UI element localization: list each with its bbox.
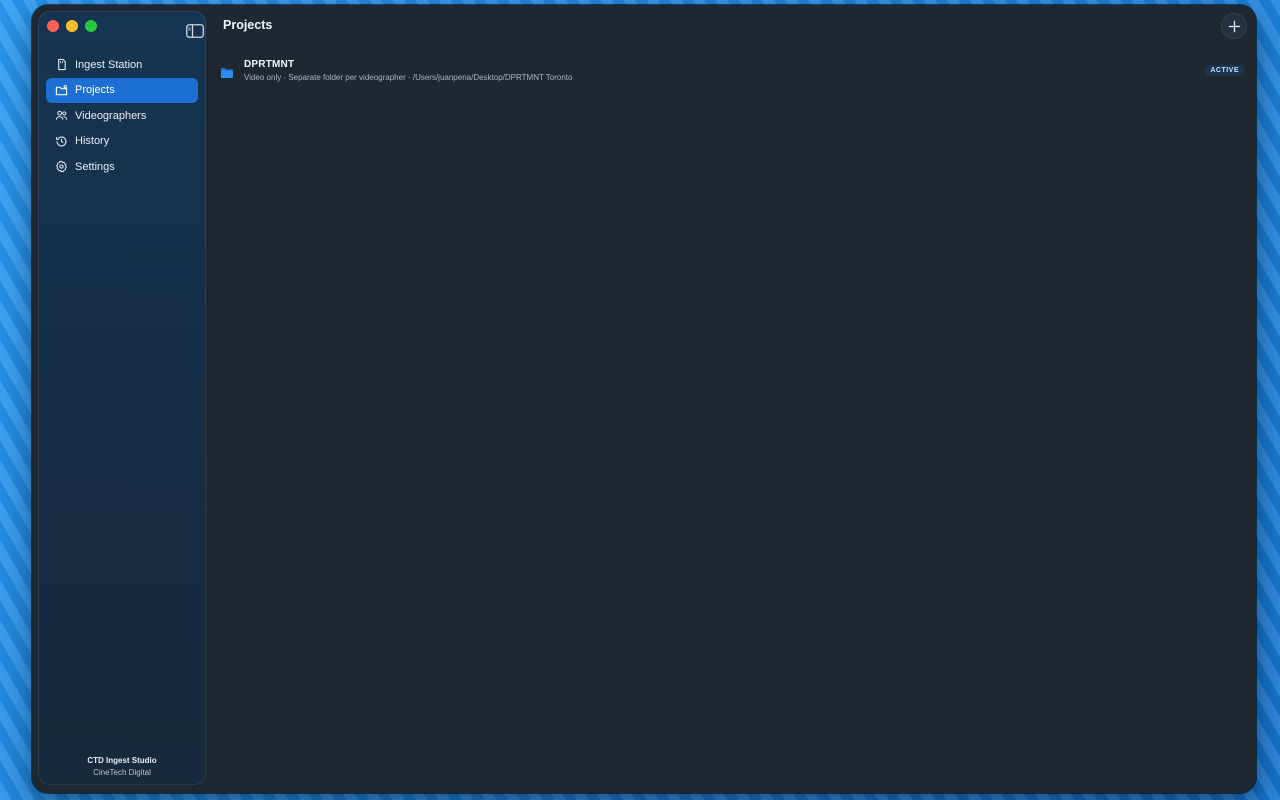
sidebar-item-history[interactable]: History	[46, 129, 198, 154]
sidebar-item-label: Settings	[75, 160, 115, 173]
sidebar-item-ingest-station[interactable]: Ingest Station	[46, 52, 198, 77]
company-name: CineTech Digital	[93, 768, 151, 777]
app-window: Ingest Station Projects Videographers Hi…	[32, 5, 1256, 793]
app-name: CTD Ingest Studio	[87, 756, 157, 765]
sidebar-item-label: Videographers	[75, 109, 147, 122]
close-window-button[interactable]	[47, 20, 59, 32]
sidebar-item-videographers[interactable]: Videographers	[46, 103, 198, 128]
gear-icon	[54, 160, 68, 174]
zoom-window-button[interactable]	[85, 20, 97, 32]
sidebar: Ingest Station Projects Videographers Hi…	[38, 11, 206, 785]
sidebar-item-label: Projects	[75, 84, 115, 97]
folder-icon	[54, 83, 68, 97]
sidebar-item-label: History	[75, 135, 110, 148]
sidebar-toggle-icon[interactable]	[186, 24, 204, 38]
sidebar-item-settings[interactable]: Settings	[46, 154, 198, 179]
project-details: Video only · Separate folder per videogr…	[244, 73, 573, 82]
clock-history-icon	[54, 134, 68, 148]
sidebar-nav: Ingest Station Projects Videographers Hi…	[46, 52, 198, 180]
people-icon	[54, 109, 68, 123]
sidebar-item-projects[interactable]: Projects	[46, 77, 198, 103]
window-controls	[47, 20, 97, 32]
plus-icon	[1228, 20, 1240, 32]
add-project-button[interactable]	[1221, 13, 1247, 39]
folder-icon	[221, 65, 233, 78]
minimize-window-button[interactable]	[66, 20, 78, 32]
sd-card-icon	[54, 58, 68, 72]
status-badge: ACTIVE	[1205, 65, 1244, 76]
project-name: DPRTMNT	[244, 59, 295, 70]
sidebar-item-label: Ingest Station	[75, 58, 143, 71]
sidebar-footer: CTD Ingest Studio CineTech Digital	[38, 755, 206, 779]
project-row[interactable]: DPRTMNT Video only · Separate folder per…	[220, 55, 1244, 89]
page-title: Projects	[223, 18, 273, 32]
